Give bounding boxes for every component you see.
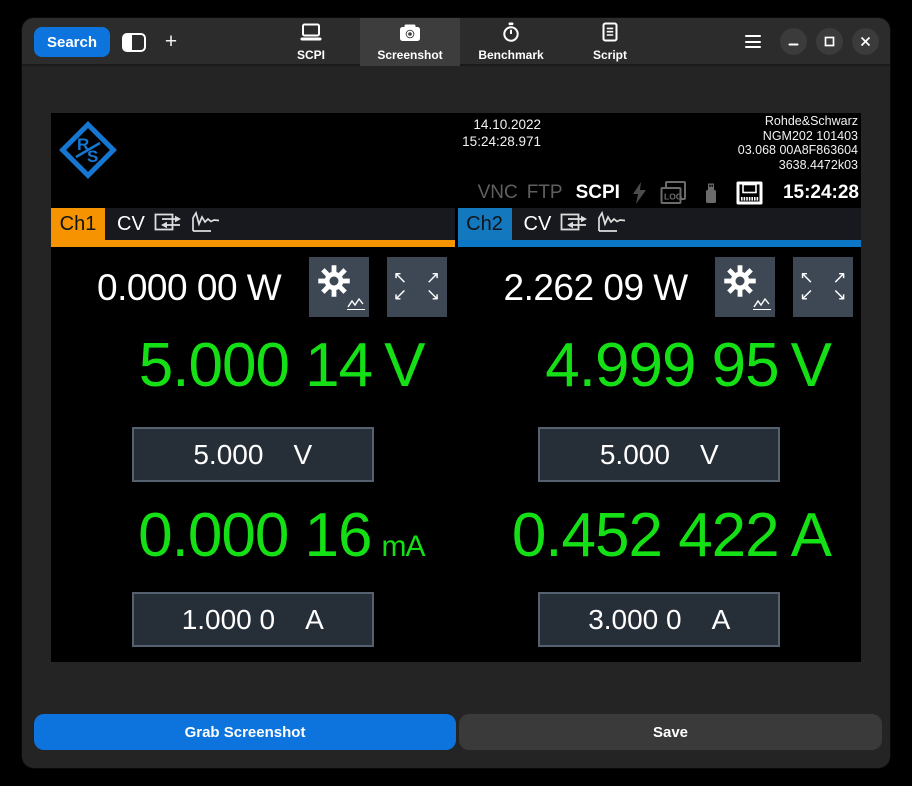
titlebar: Search + SCPI Screenshot Benchmark Scrip… (22, 18, 890, 66)
ch1-power-reading: 0.000 00 W (97, 267, 282, 308)
tab-benchmark[interactable]: Benchmark (468, 18, 554, 66)
instrument-clock: 15:24:28 (782, 182, 859, 203)
expand-icon: ↖ ↗ ↙ ↘ (799, 268, 847, 305)
ch1-current-reading: 0.000 16 mA (138, 501, 425, 570)
channel-panel-ch2: Ch2 CV 2.262 09 W ↖ ↗ ↙ ↘ 4.999 95 V 5.0… (457, 208, 861, 662)
ch1-tab-row: Ch1 CV (51, 208, 455, 240)
expand-icon: ↖ ↗ ↙ ↘ (392, 268, 441, 305)
tab-label: Script (592, 48, 627, 62)
vnc-status: VNC (477, 182, 518, 203)
bolt-icon (632, 181, 647, 205)
log-icon: LOG (660, 181, 687, 205)
usb-icon (701, 182, 721, 204)
chart-overlay-icon (752, 295, 772, 314)
stopwatch-icon (501, 22, 521, 47)
ch2-current-setpoint-field[interactable]: 3.000 0 A (538, 592, 781, 647)
lan-icon (736, 181, 763, 205)
cv-mode-label: CV (117, 212, 145, 235)
ch2-tab[interactable]: Ch2 (457, 208, 512, 240)
device-info: Rohde&Schwarz NGM202 101403 03.068 00A8F… (737, 114, 858, 172)
tab-screenshot[interactable]: Screenshot (360, 18, 460, 66)
sidebar-toggle-icon[interactable] (120, 30, 148, 54)
ch2-mode-strip: CV (511, 208, 861, 240)
channel-panel-ch1: Ch1 CV 0.000 00 W ↖ ↗ ↙ ↘ 5.000 14 V 5.0… (51, 208, 455, 662)
ch1-expand-button[interactable]: ↖ ↗ ↙ ↘ (386, 257, 447, 317)
sink-source-icon (560, 211, 588, 238)
close-button[interactable] (852, 28, 879, 55)
ch2-body: 2.262 09 W ↖ ↗ ↙ ↘ 4.999 95 V 5.000 V 0.… (457, 247, 861, 662)
scpi-display-icon (299, 23, 323, 47)
ch1-accent-bar (51, 240, 455, 247)
ch1-settings-button[interactable] (308, 257, 369, 317)
ch1-body: 0.000 00 W ↖ ↗ ↙ ↘ 5.000 14 V 5.000 V 0.… (51, 247, 455, 662)
ch2-accent-bar (457, 240, 861, 247)
rohde-schwarz-logo: R S (57, 119, 119, 181)
channel-panels: Ch1 CV 0.000 00 W ↖ ↗ ↙ ↘ 5.000 14 V 5.0… (51, 208, 861, 662)
tab-script[interactable]: Script (575, 18, 645, 66)
tab-scpi[interactable]: SCPI (280, 18, 342, 66)
instrument-screenshot: R S 14.10.2022 15:24:28.971 Rohde&Schwar… (51, 113, 861, 662)
minimize-button[interactable] (780, 28, 807, 55)
ch1-mode-strip: CV (105, 208, 455, 240)
ch2-voltage-setpoint-field[interactable]: 5.000 V (538, 427, 781, 482)
sink-source-icon (154, 211, 182, 238)
grab-screenshot-button[interactable]: Grab Screenshot (34, 714, 456, 750)
app-window: Search + SCPI Screenshot Benchmark Scrip… (22, 18, 890, 768)
chart-overlay-icon (345, 295, 366, 314)
svg-text:LOG: LOG (664, 192, 683, 202)
save-button[interactable]: Save (459, 714, 882, 750)
desktop-background: Search + SCPI Screenshot Benchmark Scrip… (0, 0, 912, 786)
tab-label: Benchmark (478, 48, 544, 62)
ch1-current-setpoint-field[interactable]: 1.000 0 A (131, 592, 374, 647)
instrument-header: R S 14.10.2022 15:24:28.971 Rohde&Schwar… (51, 113, 861, 208)
ch2-settings-button[interactable] (715, 257, 775, 317)
instrument-status-bar: VNC FTP SCPI LOG 15:24:28 (478, 179, 859, 207)
tab-label: Screenshot (377, 47, 443, 62)
ch2-expand-button[interactable]: ↖ ↗ ↙ ↘ (793, 257, 853, 317)
camera-icon (399, 23, 421, 47)
tab-label: SCPI (296, 47, 325, 62)
menu-icon[interactable] (745, 35, 761, 48)
maximize-button[interactable] (816, 28, 843, 55)
cv-mode-label: CV (523, 212, 552, 235)
ch2-power-reading: 2.262 09 W (503, 267, 689, 308)
ch2-current-reading: 0.452 422 A (511, 501, 832, 570)
ftp-status: FTP (526, 182, 563, 203)
search-button[interactable]: Search (34, 27, 110, 57)
script-icon (601, 22, 619, 47)
scpi-status: SCPI (575, 182, 620, 203)
instrument-datetime: 14.10.2022 15:24:28.971 (462, 117, 541, 149)
ch2-voltage-reading: 4.999 95 V (545, 331, 832, 400)
ch1-voltage-setpoint-field[interactable]: 5.000 V (131, 427, 374, 482)
ch2-tab-row: Ch2 CV (457, 208, 861, 240)
ch1-tab[interactable]: Ch1 (51, 208, 105, 240)
waveform-icon (597, 210, 627, 238)
waveform-icon (191, 210, 221, 238)
add-tab-icon[interactable]: + (158, 30, 184, 54)
ch1-voltage-reading: 5.000 14 V (138, 331, 426, 400)
